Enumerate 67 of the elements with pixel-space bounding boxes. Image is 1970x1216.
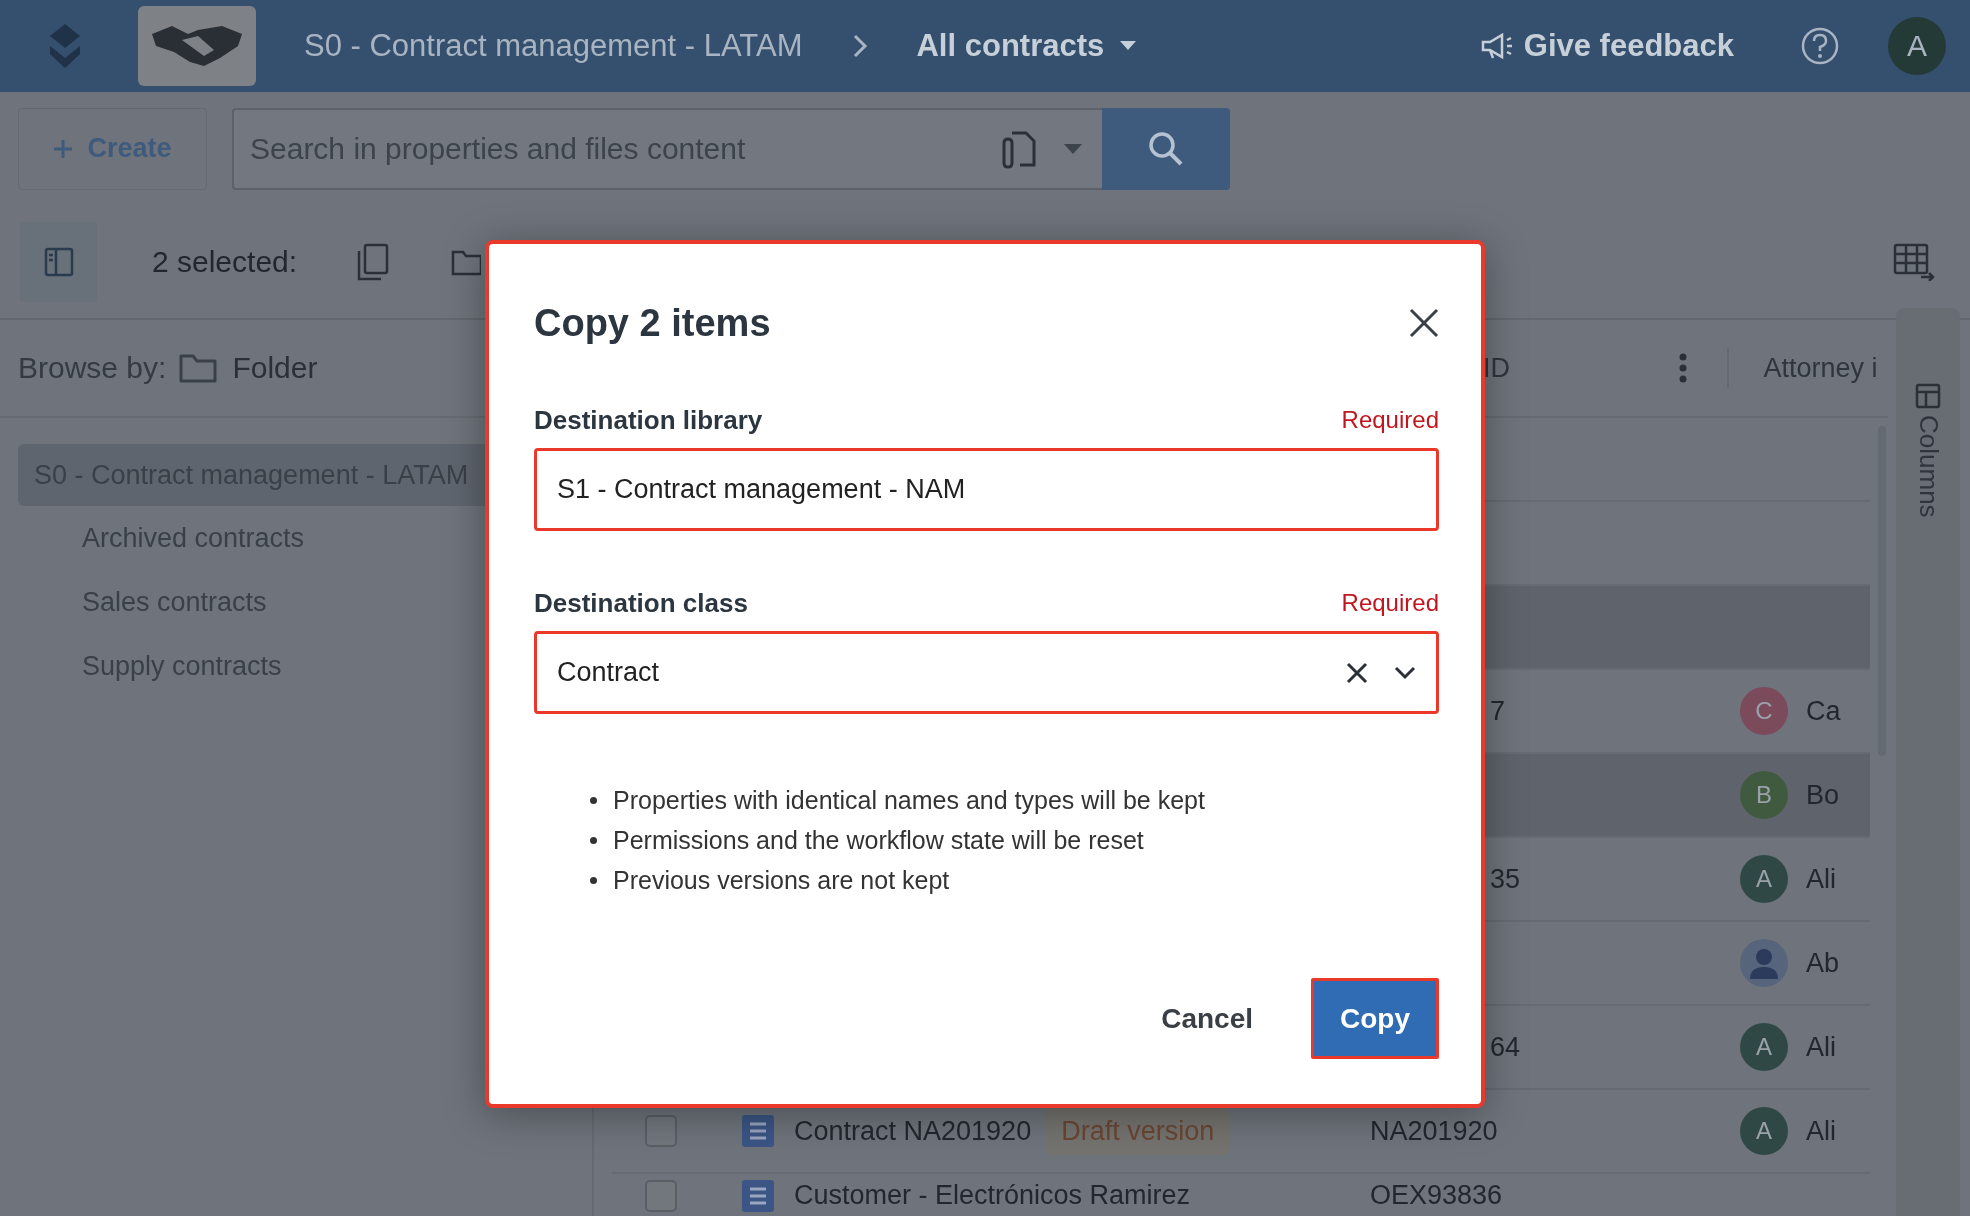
bullet-dot xyxy=(590,836,597,844)
table-cell: Ali xyxy=(1806,863,1836,895)
note-text: Permissions and the workflow state will be reset xyxy=(613,825,1144,855)
required-label: Required xyxy=(1341,589,1439,617)
caret-icon[interactable] xyxy=(1064,143,1082,154)
chevron-right-icon xyxy=(852,33,869,59)
note-text: Previous versions are not kept xyxy=(613,865,950,895)
column-header[interactable]: Attorney i xyxy=(1763,352,1878,384)
feedback-button[interactable]: Give feedback xyxy=(1479,28,1734,64)
user-avatar: A xyxy=(1740,1023,1788,1071)
search-icon xyxy=(1148,130,1184,167)
table-cell: Ali xyxy=(1806,1031,1836,1063)
field-label: Destination class xyxy=(534,587,748,619)
table-cell: NA201920 xyxy=(1370,1115,1498,1147)
chevron-down-icon[interactable] xyxy=(1394,665,1416,680)
plus-icon xyxy=(53,138,74,159)
table-icon xyxy=(1915,383,1941,409)
cancel-button[interactable]: Cancel xyxy=(1141,978,1273,1059)
sidebar-icon xyxy=(43,246,74,277)
user-avatar[interactable]: A xyxy=(1888,17,1946,75)
table-cell: 64 xyxy=(1490,1031,1521,1063)
table-cell: 35 xyxy=(1490,863,1521,895)
document-name[interactable]: Contract NA201920 xyxy=(794,1115,1032,1147)
folder-icon xyxy=(178,352,219,384)
table-cell: Ali xyxy=(1806,1115,1836,1147)
user-avatar: B xyxy=(1740,771,1788,819)
status-tag: Draft version xyxy=(1045,1107,1231,1155)
kebab-menu-icon[interactable] xyxy=(1679,353,1688,383)
table-settings-icon[interactable] xyxy=(1893,242,1935,281)
bullet-dot xyxy=(590,796,597,804)
document-icon xyxy=(742,1180,774,1212)
row-checkbox[interactable] xyxy=(645,1115,677,1147)
row-checkbox[interactable] xyxy=(645,1180,677,1212)
copy-button[interactable]: Copy xyxy=(1311,978,1439,1059)
columns-tab[interactable]: Columns xyxy=(1912,383,1944,533)
document-icon xyxy=(742,1115,774,1147)
browse-label: Browse by: xyxy=(18,351,167,385)
view-dropdown[interactable]: All contracts xyxy=(916,28,1137,64)
user-avatar: C xyxy=(1740,687,1788,735)
breadcrumb-link[interactable]: S0 - Contract management - LATAM xyxy=(304,28,803,64)
table-cell: Ab xyxy=(1806,947,1840,979)
close-icon[interactable] xyxy=(1409,308,1439,338)
note-text: Properties with identical names and types will be kept xyxy=(613,785,1205,815)
copy-icon[interactable] xyxy=(355,242,390,281)
table-cell: Ca xyxy=(1806,695,1841,727)
selection-count: 2 selected: xyxy=(152,244,298,279)
table-cell: OEX93836 xyxy=(1370,1180,1503,1211)
field-label: Destination library xyxy=(534,404,763,436)
table-row[interactable]: Customer - Electrónicos Ramirez OEX93836 xyxy=(612,1174,1870,1216)
browse-folder-button[interactable]: Folder xyxy=(178,351,318,385)
caret-icon xyxy=(1120,41,1137,51)
text-field[interactable]: S1 - Contract management - NAM xyxy=(534,448,1439,531)
bullet-dot xyxy=(590,876,597,884)
dialog-title: Copy 2 items xyxy=(534,301,771,345)
user-avatar: A xyxy=(1740,855,1788,903)
megaphone-icon xyxy=(1479,32,1514,60)
clear-icon[interactable] xyxy=(1346,661,1368,684)
layers-logo-icon[interactable] xyxy=(48,22,82,70)
panel-toggle-button[interactable] xyxy=(20,221,97,302)
required-label: Required xyxy=(1341,406,1439,434)
document-name[interactable]: Customer - Electrónicos Ramirez xyxy=(794,1180,1191,1211)
select-field[interactable]: Contract xyxy=(534,631,1439,714)
search-button[interactable] xyxy=(1102,107,1230,190)
table-cell: Bo xyxy=(1806,779,1840,811)
table-cell: 7 xyxy=(1490,695,1506,727)
help-icon[interactable] xyxy=(1800,26,1840,66)
user-avatar: A xyxy=(1740,1107,1788,1155)
